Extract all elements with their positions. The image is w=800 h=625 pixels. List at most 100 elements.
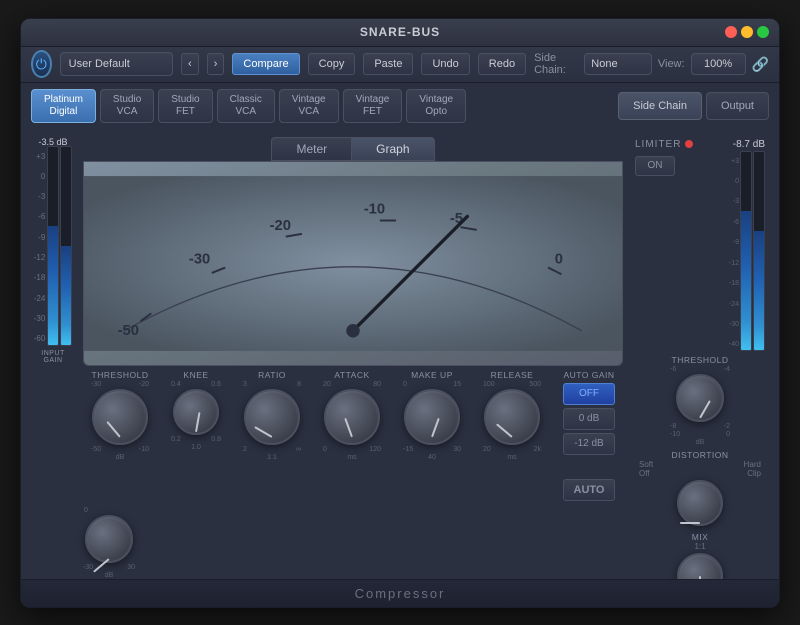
main-row: -3.5 dB +3 0 -3 -6 -9 -12 -18 -24 -30 -6…	[31, 137, 769, 579]
out-scale--18: -18	[729, 280, 739, 287]
type-btn-studio-vca[interactable]: Studio VCA	[100, 89, 154, 123]
limiter-threshold-title: THRESHOLD	[672, 355, 729, 365]
window-controls	[725, 26, 769, 38]
lim-thresh-bot-scale: -8 -2	[670, 423, 730, 430]
makeup-label: MAKE UP	[411, 370, 453, 380]
distortion-section: DISTORTION Soft Hard Off Clip	[631, 450, 769, 526]
input-gain-scale-bl: -30	[83, 564, 93, 571]
release-knob[interactable]	[484, 389, 540, 445]
power-button[interactable]: ⏻	[31, 50, 52, 78]
makeup-knob-group: MAKE UP 0 15 -15 30 40	[403, 370, 461, 461]
out-scale--24: -24	[729, 301, 739, 308]
ratio-knob[interactable]	[244, 389, 300, 445]
type-btn-vintage-fet[interactable]: Vintage FET	[343, 89, 403, 123]
ratio-label: RATIO	[258, 370, 286, 380]
auto-gain-12db-button[interactable]: -12 dB	[563, 433, 615, 455]
scale-0-label: 0	[41, 173, 45, 181]
paste-button[interactable]: Paste	[363, 53, 413, 75]
view-label: View:	[658, 58, 685, 70]
mix-ratio: 1:1	[635, 542, 765, 551]
makeup-knob[interactable]	[404, 389, 460, 445]
type-btn-classic-vca[interactable]: Classic VCA	[217, 89, 275, 123]
compressor-label: Compressor	[355, 586, 446, 601]
top-bar: ⏻ User Default ‹ › Compare Copy Paste Un…	[21, 47, 779, 83]
nav-next-button[interactable]: ›	[207, 53, 225, 75]
minimize-button[interactable]	[741, 26, 753, 38]
undo-button[interactable]: Undo	[421, 53, 469, 75]
output-monitor-button[interactable]: Output	[706, 92, 769, 120]
limiter-threshold-knob[interactable]	[676, 374, 724, 422]
attack-knob[interactable]	[324, 389, 380, 445]
link-icon[interactable]: 🔗	[752, 56, 769, 73]
attack-label: ATTACK	[334, 370, 369, 380]
input-gain-knob[interactable]	[85, 515, 133, 563]
scale-3-label: +3	[36, 153, 45, 161]
type-selector: Platinum Digital Studio VCA Studio FET C…	[31, 89, 769, 123]
release-scale-l: 100	[483, 381, 495, 388]
scale--24-label: -24	[34, 295, 46, 303]
dist-hard-label: Hard	[744, 460, 761, 469]
side-chain-monitor-button[interactable]: Side Chain	[618, 92, 702, 120]
input-gain-top-scale: 0	[84, 507, 134, 514]
threshold-bottom-scale: -50 -10	[91, 446, 149, 453]
vu-svg: -50 -30 -20 -10 -5	[84, 162, 622, 365]
sidechain-label: Side Chain:	[534, 52, 578, 76]
scale--6-label: -6	[38, 213, 45, 221]
mix-knob[interactable]	[677, 553, 723, 579]
release-label: RELEASE	[491, 370, 534, 380]
attack-scale-br: 120	[369, 446, 381, 453]
attack-scale-r: 80	[373, 381, 381, 388]
type-btn-vintage-vca[interactable]: Vintage VCA	[279, 89, 339, 123]
auto-button[interactable]: AUTO	[563, 479, 615, 501]
meter-tab-meter[interactable]: Meter	[271, 137, 351, 161]
scale--9-label: -9	[38, 234, 45, 242]
type-btn-vintage-opto[interactable]: Vintage Opto	[406, 89, 466, 123]
limiter-on-button[interactable]: ON	[635, 156, 675, 176]
center-panel: Meter Graph	[83, 137, 623, 579]
output-meter-bar-l	[740, 151, 752, 351]
limiter-title-group: LIMITER	[635, 139, 693, 150]
svg-text:-10: -10	[364, 201, 385, 217]
nav-prev-button[interactable]: ‹	[181, 53, 199, 75]
knee-scale-r: 0.6	[211, 381, 221, 388]
type-btn-studio-fet[interactable]: Studio FET	[158, 89, 212, 123]
meter-tab-graph[interactable]: Graph	[351, 137, 434, 161]
threshold-knob[interactable]	[92, 389, 148, 445]
compare-button[interactable]: Compare	[232, 53, 299, 75]
threshold-knob-group: THRESHOLD -30 -20 -50 -10 dB	[91, 370, 149, 461]
input-meter-bars	[47, 146, 72, 346]
preset-select[interactable]: User Default	[60, 52, 173, 76]
scale--60-label: -60	[34, 335, 46, 343]
sidechain-select[interactable]: None	[584, 53, 652, 75]
main-knobs-row: THRESHOLD -30 -20 -50 -10 dB	[83, 370, 623, 501]
maximize-button[interactable]	[757, 26, 769, 38]
svg-text:-20: -20	[270, 217, 291, 233]
out-scale--9: -9	[733, 239, 739, 246]
out-scale-0: 0	[735, 178, 739, 185]
input-meter-fill-l	[48, 226, 58, 345]
knee-scale-l: 0.4	[171, 381, 181, 388]
copy-button[interactable]: Copy	[308, 53, 356, 75]
svg-text:0: 0	[555, 251, 563, 267]
attack-unit: ms	[347, 454, 356, 461]
close-button[interactable]	[725, 26, 737, 38]
limiter-header-row: LIMITER -8.7 dB	[631, 137, 769, 152]
input-gain-unit: dB	[105, 572, 114, 579]
ratio-scale-bl: 2	[243, 446, 247, 453]
lim-thresh-tr: -4	[724, 366, 730, 373]
meter-tabs: Meter Graph	[83, 137, 623, 161]
output-meter-bar-r	[753, 151, 765, 351]
knee-scale-bl: 0.2	[171, 436, 181, 443]
auto-gain-0db-button[interactable]: 0 dB	[563, 408, 615, 430]
type-btn-platinum-digital[interactable]: Platinum Digital	[31, 89, 96, 123]
ratio-scale-r: 8	[297, 381, 301, 388]
release-scale-br: 2k	[534, 446, 541, 453]
view-input[interactable]	[691, 53, 746, 75]
distortion-knob[interactable]	[677, 480, 723, 526]
input-meter-fill-r	[61, 246, 71, 345]
knee-bottom-scale: 0.2 0.8	[171, 436, 221, 443]
knee-knob[interactable]	[173, 389, 219, 435]
auto-gain-off-button[interactable]: OFF	[563, 383, 615, 405]
redo-button[interactable]: Redo	[478, 53, 526, 75]
dist-off-label: Off	[639, 469, 650, 478]
